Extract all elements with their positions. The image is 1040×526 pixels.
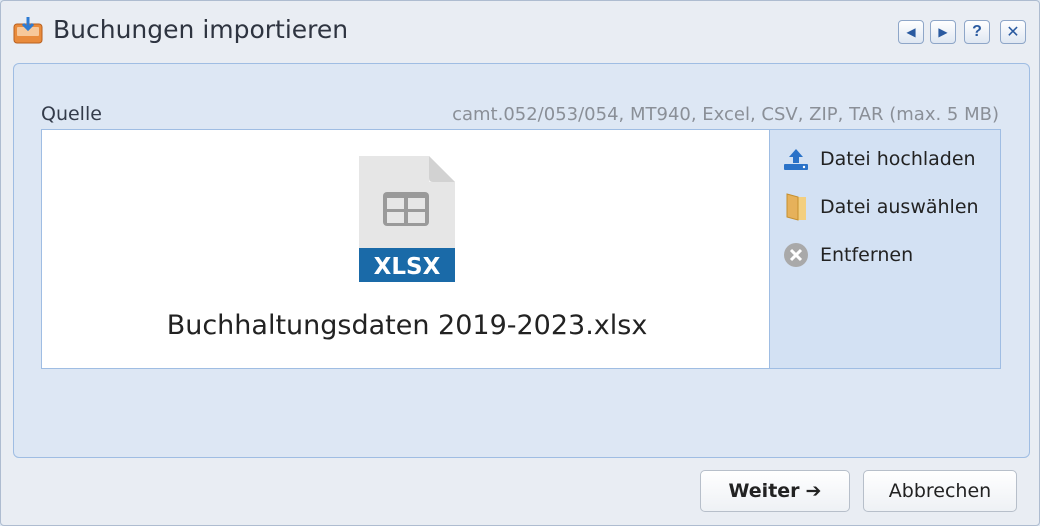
cancel-label: Abbrechen bbox=[888, 480, 992, 502]
dialog-title: Buchungen importieren bbox=[53, 15, 349, 44]
supported-formats-hint: camt.052/053/054, MT940, Excel, CSV, ZIP… bbox=[452, 104, 999, 125]
next-step-label: Weiter bbox=[728, 480, 800, 502]
close-button[interactable]: ✕ bbox=[1000, 20, 1026, 44]
file-type-badge: XLSX bbox=[374, 254, 441, 280]
remove-file-label: Entfernen bbox=[820, 244, 914, 266]
help-icon: ? bbox=[972, 23, 982, 40]
next-step-button[interactable]: Weiter ➔ bbox=[700, 470, 850, 512]
help-button[interactable]: ? bbox=[964, 20, 990, 44]
upload-icon bbox=[782, 145, 810, 173]
folder-icon bbox=[782, 193, 810, 221]
select-file-action[interactable]: Datei auswählen bbox=[782, 192, 979, 222]
import-inbox-icon bbox=[13, 17, 43, 44]
select-file-label: Datei auswählen bbox=[820, 196, 979, 218]
previous-button[interactable]: ◀ bbox=[898, 20, 924, 44]
title-bar: Buchungen importieren ◀ ▶ ? ✕ bbox=[1, 1, 1039, 61]
close-icon: ✕ bbox=[1006, 24, 1020, 41]
import-dialog: Buchungen importieren ◀ ▶ ? ✕ Quelle cam… bbox=[0, 0, 1040, 526]
arrow-right-icon: ▶ bbox=[938, 25, 948, 39]
upload-file-action[interactable]: Datei hochladen bbox=[782, 144, 976, 174]
next-button[interactable]: ▶ bbox=[930, 20, 956, 44]
remove-icon bbox=[782, 241, 810, 269]
selected-file-name: Buchhaltungsdaten 2019-2023.xlsx bbox=[166, 310, 648, 341]
arrow-right-icon: ➔ bbox=[805, 480, 822, 502]
file-drop-area[interactable]: XLSX Buchhaltungsdaten 2019-2023.xlsx bbox=[41, 129, 771, 369]
upload-file-label: Datei hochladen bbox=[820, 148, 976, 170]
source-label: Quelle bbox=[41, 103, 102, 125]
file-actions-panel: Datei hochladen Datei auswählen Entferne… bbox=[769, 129, 1001, 369]
cancel-button[interactable]: Abbrechen bbox=[863, 470, 1017, 512]
remove-file-action[interactable]: Entfernen bbox=[782, 240, 913, 270]
xlsx-file-icon: XLSX bbox=[359, 156, 455, 282]
arrow-left-icon: ◀ bbox=[906, 25, 916, 39]
